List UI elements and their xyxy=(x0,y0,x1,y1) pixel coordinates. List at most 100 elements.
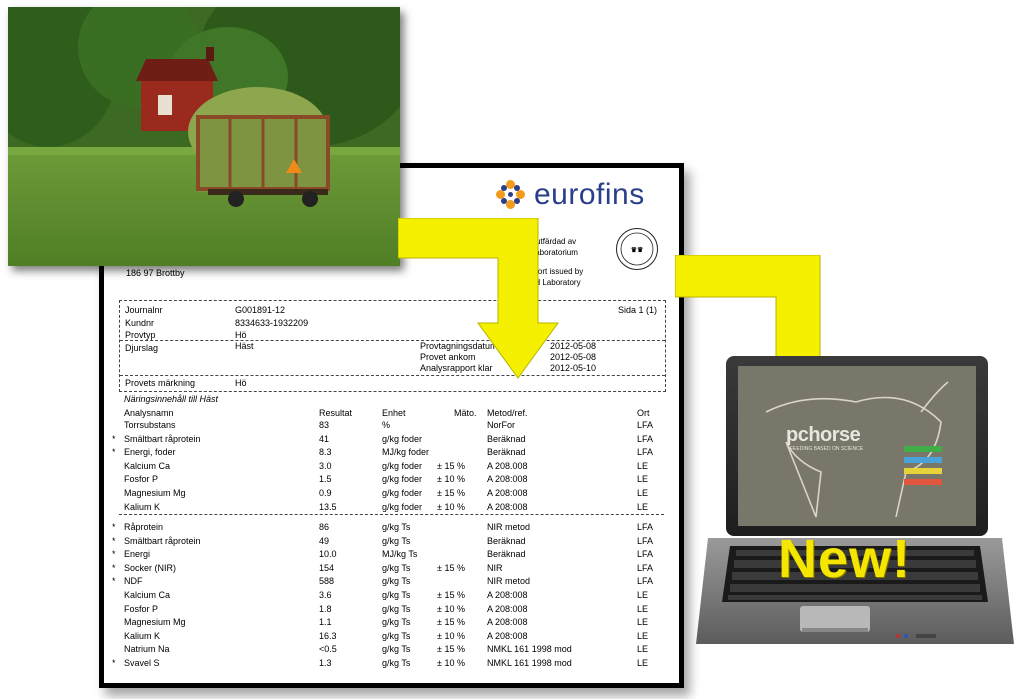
cell-result: 588 xyxy=(319,576,335,587)
eurofins-dots-icon xyxy=(494,178,528,212)
cell-star: * xyxy=(112,433,116,444)
cell-result: 1.8 xyxy=(319,603,332,614)
cell-result: 83 xyxy=(319,420,330,430)
cell-result: 1.1 xyxy=(319,617,332,628)
cell-unit: MJ/kg Ts xyxy=(382,549,418,560)
cell-unit: g/kg Ts xyxy=(382,644,411,655)
cell-name: NDF xyxy=(124,576,143,587)
hay-wagon-photo xyxy=(8,7,400,266)
table-row: Fosfor P 1.8 g/kg Ts ± 10 % A 208:008 LE xyxy=(104,604,679,617)
cell-method: A 208:008 xyxy=(487,474,528,485)
cell-method: A 208:008 xyxy=(487,590,528,600)
table-row: * Smältbart råprotein 41 g/kg foder Beräknad… xyxy=(104,434,679,447)
cell-unit: g/kg Ts xyxy=(382,603,411,614)
table-row: * Energi 10.0 MJ/kg Ts Beräknad LFA xyxy=(104,549,679,562)
cell-method: NIR metod xyxy=(487,522,531,532)
report-header-box: Journalnr G001891-12 Sida 1 (1) Kundnr 8… xyxy=(119,300,666,392)
cell-mato: ± 10 % xyxy=(437,603,465,614)
section-divider xyxy=(119,514,664,515)
cell-unit: g/kg Ts xyxy=(382,535,411,546)
cell-name: Smältbart råprotein xyxy=(124,535,201,546)
cell-star: * xyxy=(112,576,116,587)
table-row: * Svavel S 1.3 g/kg Ts ± 10 % NMKL 161 1998 m… xyxy=(104,658,679,671)
cell-unit: g/kg Ts xyxy=(382,630,411,641)
cell-method: A 208:008 xyxy=(487,603,528,614)
cell-ort: LE xyxy=(637,630,649,641)
cell-unit: g/kg Ts xyxy=(382,590,411,600)
cell-result: 41 xyxy=(319,433,330,444)
cell-star: * xyxy=(112,447,116,458)
eurofins-wordmark: eurofins xyxy=(534,178,645,211)
new-badge: New! xyxy=(778,529,912,589)
table-row: * Energi, foder 8.3 MJ/kg foder Beräknad LFA xyxy=(104,447,679,460)
cell-name: Kalium K xyxy=(124,630,161,641)
cell-result: 49 xyxy=(319,535,330,546)
cell-result: 1.3 xyxy=(319,658,332,668)
cell-mato: ± 15 % xyxy=(437,590,465,600)
cell-ort: LE xyxy=(637,603,649,614)
section-title: Näringsinnehåll till Häst xyxy=(124,394,219,404)
table-row: * Råprotein 86 g/kg Ts NIR metod LFA xyxy=(104,522,679,535)
cell-name: Torrsubstans xyxy=(124,420,176,430)
cell-name: Natrium Na xyxy=(124,644,170,655)
cell-result: 8.3 xyxy=(319,447,332,458)
arrow-photo-to-report-icon xyxy=(398,218,559,379)
cell-ort: LFA xyxy=(637,433,654,444)
table-row: Natrium Na <0.5 g/kg Ts ± 15 % NMKL 161 1998… xyxy=(104,644,679,657)
cell-unit: g/kg Ts xyxy=(382,658,411,668)
eurofins-logo: eurofins xyxy=(494,178,645,212)
cell-result: 3.6 xyxy=(319,590,332,600)
cell-name: Magnesium Mg xyxy=(124,617,186,628)
svg-text:♛♛: ♛♛ xyxy=(631,246,644,254)
cell-method: Beräknad xyxy=(487,549,526,560)
column-header: Analysnamn xyxy=(124,408,174,418)
cell-result: 1.5 xyxy=(319,474,332,485)
cell-name: Smältbart råprotein xyxy=(124,433,201,444)
cell-unit: MJ/kg foder xyxy=(382,447,430,458)
cell-ort: LFA xyxy=(637,420,654,430)
swedac-seal-icon: ♛♛ xyxy=(616,228,658,270)
cell-name: Fosfor P xyxy=(124,474,159,485)
cell-method: A 208:008 xyxy=(487,488,528,498)
column-header: Metod/ref. xyxy=(487,408,528,418)
cell-result: 154 xyxy=(319,562,335,573)
cell-ort: LFA xyxy=(637,576,654,587)
cell-unit: g/kg Ts xyxy=(382,562,411,573)
cell-name: Råprotein xyxy=(124,522,164,532)
cell-result: <0.5 xyxy=(319,644,337,655)
table-row: Magnesium Mg 0.9 g/kg foder ± 15 % A 208:008… xyxy=(104,488,679,501)
cell-name: Energi xyxy=(124,549,151,560)
cell-result: 86 xyxy=(319,522,330,532)
cell-star: * xyxy=(112,549,116,560)
cell-ort: LE xyxy=(637,474,649,485)
table-row: * Smältbart råprotein 49 g/kg Ts Beräknad LFA xyxy=(104,536,679,549)
cell-method: Beräknad xyxy=(487,447,526,458)
cell-name: Kalcium Ca xyxy=(124,460,171,471)
cell-result: 16.3 xyxy=(319,630,337,641)
pchorse-tagline: FEEDING BASED ON SCIENCE xyxy=(790,446,864,452)
cell-method: NMKL 161 1998 mod xyxy=(487,658,572,668)
table-row: Fosfor P 1.5 g/kg foder ± 10 % A 208:008 LE xyxy=(104,474,679,487)
cell-ort: LFA xyxy=(637,522,654,532)
cell-name: Energi, foder xyxy=(124,447,176,458)
cell-unit: g/kg foder xyxy=(382,474,423,485)
cell-unit: g/kg Ts xyxy=(382,522,411,532)
cell-mato: ± 15 % xyxy=(437,562,465,573)
cell-ort: LE xyxy=(637,460,649,471)
cell-method: A 208:008 xyxy=(487,501,528,512)
page-number: Sida 1 (1) xyxy=(617,305,657,315)
cell-method: NIR metod xyxy=(487,576,531,587)
cell-ort: LE xyxy=(637,590,649,600)
cell-method: NorFor xyxy=(487,420,516,430)
cell-star: * xyxy=(112,535,116,546)
cell-star: * xyxy=(112,658,116,668)
cell-result: 10.0 xyxy=(319,549,337,560)
table-row: * Socker (NIR) 154 g/kg Ts ± 15 % NIR LFA xyxy=(104,563,679,576)
recipient-address: 186 97 Brottby xyxy=(126,268,185,278)
cell-unit: g/kg foder xyxy=(382,488,423,498)
cell-unit: g/kg Ts xyxy=(382,617,411,628)
cell-ort: LE xyxy=(637,658,649,668)
table-row: Kalcium Ca 3.0 g/kg foder ± 15 % A 208.008 LE xyxy=(104,461,679,474)
laptop-pchorse xyxy=(696,352,1014,652)
cell-ort: LE xyxy=(637,644,649,655)
